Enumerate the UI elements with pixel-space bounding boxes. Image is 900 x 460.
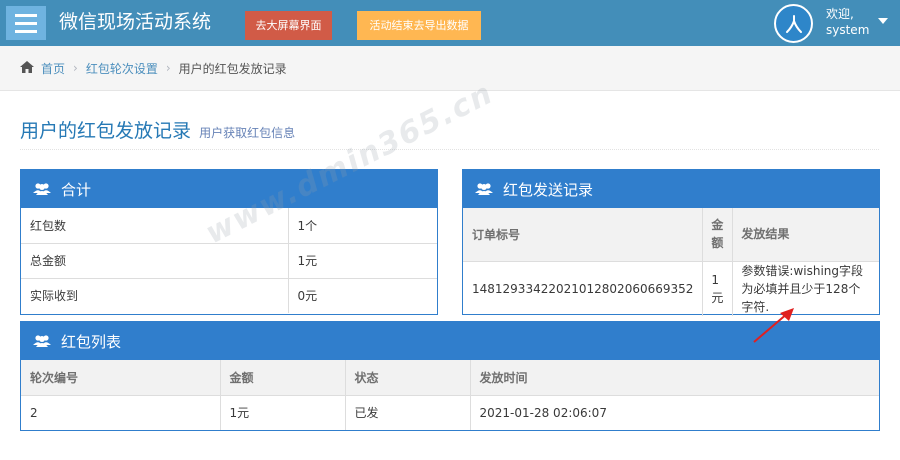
result-cell: 参数错误:wishing字段为必填并且少于128个字符. [732,260,879,316]
column-header-result: 发放结果 [732,208,879,262]
red-packet-list-table: 轮次编号 金额 状态 发放时间 2 1元 已发 2021-01-28 02:06… [21,360,879,430]
summary-box: 合计 红包数 1个 总金额 1元 实际收到 0元 [20,169,438,315]
user-greeting: 欢迎, [826,7,854,21]
breadcrumb-home-link[interactable]: 首页 [41,60,65,77]
round-no-cell: 2 [21,394,221,430]
breadcrumb-rounds-link[interactable]: 红包轮次设置 [86,60,158,77]
column-header-amount: 金额 [219,360,346,396]
red-packet-list-box-title: 红包列表 [61,332,122,351]
menu-bar-icon [15,29,37,33]
summary-table: 红包数 1个 总金额 1元 实际收到 0元 [21,208,437,313]
column-header-round-no: 轮次编号 [21,360,221,396]
app-title[interactable]: 微信现场活动系统 [59,9,211,35]
amount-cell: 1元 [702,260,734,316]
user-menu[interactable]: 欢迎, system [774,4,900,43]
breadcrumb-separator-icon: › [73,61,78,75]
page-title: 用户的红包发放记录 [20,120,192,142]
users-icon [33,182,51,196]
user-info: 欢迎, system [826,6,869,38]
column-header-time: 发放时间 [469,360,879,396]
red-packet-list-box-header: 红包列表 [21,322,879,360]
send-records-box: 红包发送记录 订单标号 金额 发放结果 14812933422021012802… [462,169,880,316]
table-row: 总金额 1元 [21,242,437,279]
breadcrumb-current: 用户的红包发放记录 [178,61,287,76]
summary-label: 总金额 [21,242,289,279]
send-records-box-title: 红包发送记录 [503,180,594,199]
breadcrumb-separator-icon: › [165,61,171,75]
breadcrumb: 首页 › 红包轮次设置 › 用户的红包发放记录 [0,46,900,91]
menu-bar-icon [15,21,37,25]
table-row: 红包数 1个 [21,208,437,244]
status-cell: 已发 [344,394,471,430]
page-subtitle: 用户获取红包信息 [199,126,296,140]
column-header-order-no: 订单标号 [463,208,704,262]
top-navbar: 微信现场活动系统 去大屏幕界面 活动结束去导出数据 欢迎, system [0,0,900,46]
time-cell: 2021-01-28 02:06:07 [469,394,879,430]
table-header-row: 订单标号 金额 发放结果 [463,208,879,262]
menu-toggle-button[interactable] [6,6,46,40]
summary-value: 1个 [287,208,437,244]
table-header-row: 轮次编号 金额 状态 发放时间 [21,360,879,396]
amount-cell: 1元 [219,394,346,430]
summary-box-header: 合计 [21,170,437,208]
user-name: system [826,23,870,37]
column-header-status: 状态 [344,360,471,396]
menu-bar-icon [15,13,37,17]
table-row: 2 1元 已发 2021-01-28 02:06:07 [21,394,879,430]
export-data-button[interactable]: 活动结束去导出数据 [357,11,481,40]
send-records-table: 订单标号 金额 发放结果 148129334220210128020606693… [463,208,879,316]
person-glyph-icon [785,14,802,33]
summary-label: 实际收到 [21,277,289,313]
send-records-box-header: 红包发送记录 [463,170,879,208]
table-row: 14812933422021012802060669352 1元 参数错误:wi… [463,260,879,316]
caret-down-icon [878,18,888,24]
big-screen-button[interactable]: 去大屏幕界面 [245,11,332,40]
summary-label: 红包数 [21,208,289,244]
summary-box-title: 合计 [61,180,92,199]
page-header: 用户的红包发放记录 用户获取红包信息 [20,118,879,150]
order-no-cell: 14812933422021012802060669352 [463,260,704,316]
avatar [774,4,813,43]
table-row: 实际收到 0元 [21,277,437,313]
column-header-amount: 金额 [702,208,734,262]
summary-value: 0元 [287,277,437,313]
home-icon [19,60,35,77]
red-packet-list-box: 红包列表 轮次编号 金额 状态 发放时间 2 1元 已发 2021-01-28 … [20,321,880,431]
users-icon [33,334,51,348]
users-icon [475,182,493,196]
summary-value: 1元 [287,242,437,279]
